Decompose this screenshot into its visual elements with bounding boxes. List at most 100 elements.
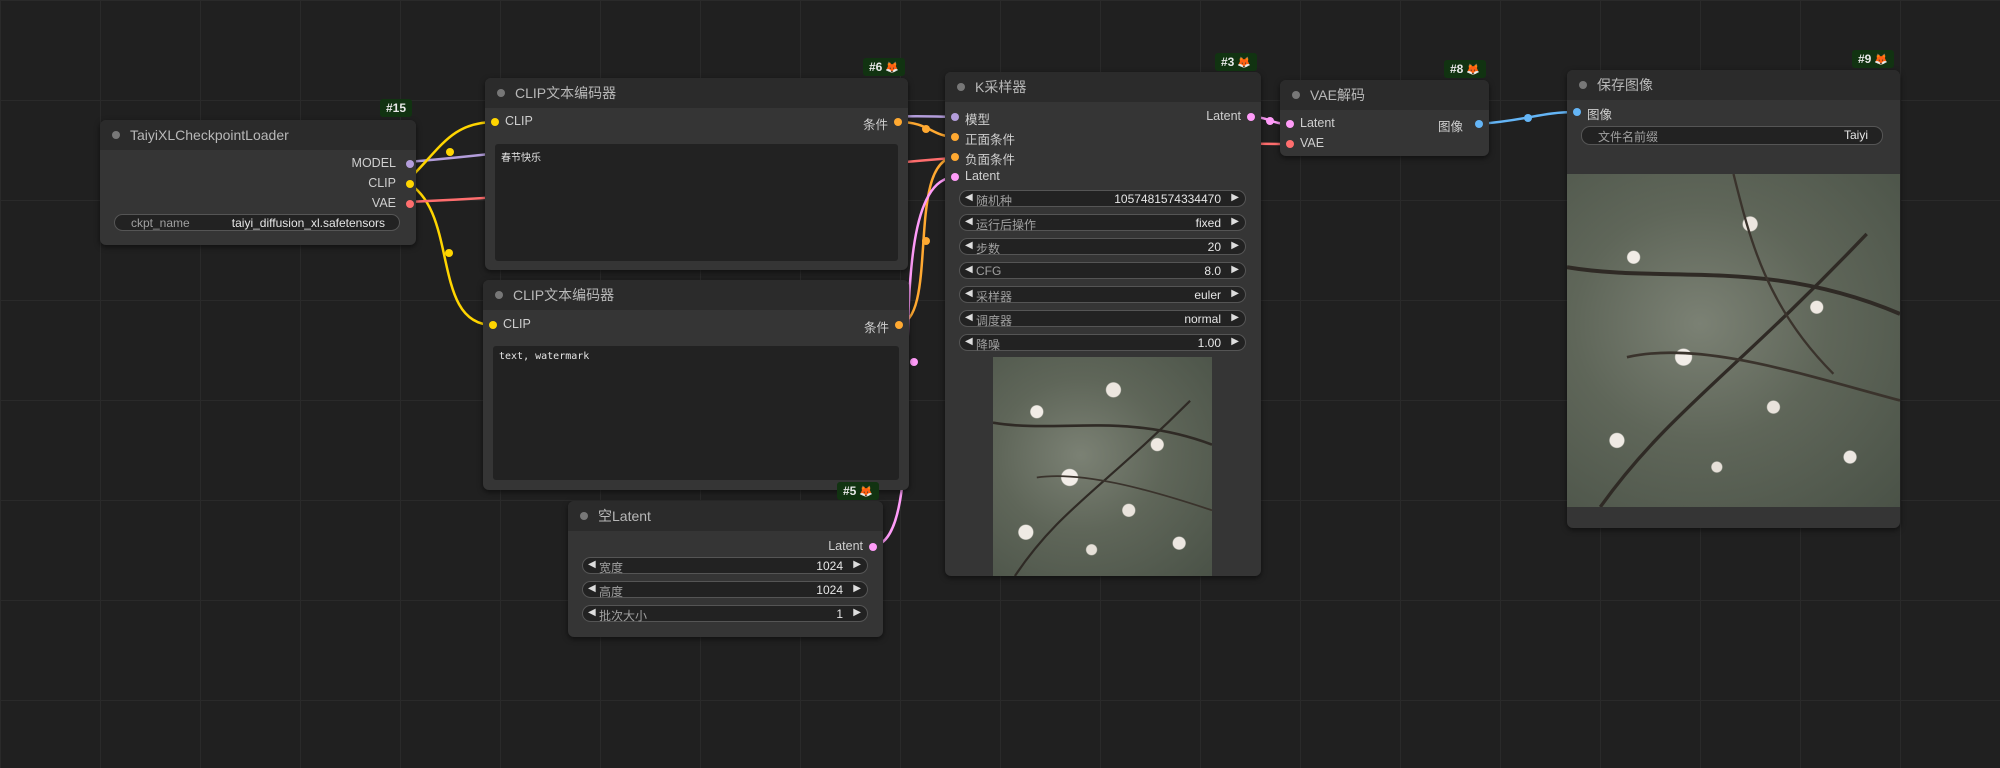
sampler-name-widget[interactable]: ◀ 采样器 euler ▶	[959, 286, 1246, 304]
input-label-model: 模型	[965, 113, 991, 127]
node-title-bar[interactable]: 空Latent	[568, 501, 883, 531]
collapse-dot-icon[interactable]	[495, 291, 503, 299]
prompt-text: text, watermark	[499, 351, 590, 362]
arrow-left-icon[interactable]: ◀	[965, 312, 973, 323]
node-title: 保存图像	[1597, 77, 1653, 93]
checkpoint-loader-node[interactable]: TaiyiXLCheckpointLoader MODEL CLIP VAE c…	[100, 120, 416, 245]
denoise-widget[interactable]: ◀ 降噪 1.00 ▶	[959, 334, 1246, 352]
widget-label: 批次大小	[599, 609, 648, 623]
output-label-latent: Latent	[828, 539, 863, 553]
ksampler-node[interactable]: K采样器 模型 正面条件 负面条件 Latent Latent ◀ 随机种 10…	[945, 72, 1261, 576]
collapse-dot-icon[interactable]	[957, 83, 965, 91]
fox-icon: 🦊	[859, 486, 874, 498]
arrow-right-icon[interactable]: ▶	[853, 607, 861, 618]
seed-widget[interactable]: ◀ 随机种 1057481574334470 ▶	[959, 190, 1246, 208]
arrow-right-icon[interactable]: ▶	[1231, 240, 1239, 251]
prompt-textarea[interactable]: 春节快乐	[495, 144, 898, 261]
output-slot-latent[interactable]	[1247, 113, 1255, 121]
filename-prefix-field[interactable]: 文件名前缀 Taiyi	[1581, 126, 1883, 145]
input-slot-negative[interactable]	[951, 153, 959, 161]
input-label-latent: Latent	[965, 169, 1000, 183]
wire-midpoint	[446, 148, 454, 156]
node-title-bar[interactable]: VAE解码	[1280, 80, 1489, 110]
arrow-left-icon[interactable]: ◀	[965, 240, 973, 251]
control-after-generate-widget[interactable]: ◀ 运行后操作 fixed ▶	[959, 214, 1246, 232]
node-title-bar[interactable]: TaiyiXLCheckpointLoader	[100, 120, 416, 150]
clip-text-encode-positive-node[interactable]: CLIP文本编码器 CLIP 条件 春节快乐	[485, 78, 908, 270]
collapse-dot-icon[interactable]	[112, 131, 120, 139]
scheduler-widget[interactable]: ◀ 调度器 normal ▶	[959, 310, 1246, 328]
steps-widget[interactable]: ◀ 步数 20 ▶	[959, 238, 1246, 256]
wire-clip-negative	[405, 180, 494, 327]
input-label-clip: CLIP	[505, 114, 533, 128]
arrow-left-icon[interactable]: ◀	[965, 192, 973, 203]
cfg-widget[interactable]: ◀ CFG 8.0 ▶	[959, 262, 1246, 279]
output-label-conditioning: 条件	[863, 321, 889, 335]
input-slot-image[interactable]	[1573, 108, 1581, 116]
input-slot-clip[interactable]	[489, 321, 497, 329]
arrow-right-icon[interactable]: ▶	[853, 559, 861, 570]
widget-value: fixed	[1195, 216, 1221, 230]
save-image-node[interactable]: 保存图像 图像 文件名前缀 Taiyi	[1567, 70, 1900, 528]
arrow-left-icon[interactable]: ◀	[965, 336, 973, 347]
vae-decode-node[interactable]: VAE解码 Latent VAE 图像	[1280, 80, 1489, 156]
output-slot-image[interactable]	[1475, 120, 1483, 128]
input-slot-model[interactable]	[951, 113, 959, 121]
ckpt-name-combo[interactable]: ckpt_name taiyi_diffusion_xl.safetensors	[114, 214, 400, 231]
widget-value: 1024	[816, 583, 843, 597]
arrow-left-icon[interactable]: ◀	[588, 559, 596, 570]
wire-midpoint	[445, 249, 453, 257]
arrow-left-icon[interactable]: ◀	[965, 264, 973, 275]
node-title-bar[interactable]: K采样器	[945, 72, 1261, 102]
widget-value: 1024	[816, 559, 843, 573]
wire-clip-positive	[405, 120, 496, 183]
input-slot-clip[interactable]	[491, 118, 499, 126]
output-slot-latent[interactable]	[869, 543, 877, 551]
widget-label: 降噪	[976, 338, 1001, 352]
node-id-badge: #3 🦊	[1215, 53, 1258, 71]
input-slot-latent[interactable]	[1286, 120, 1294, 128]
width-number-widget[interactable]: ◀ 宽度 1024 ▶	[582, 557, 868, 575]
arrow-right-icon[interactable]: ▶	[1231, 312, 1239, 323]
fox-icon: 🦊	[885, 62, 900, 74]
empty-latent-node[interactable]: 空Latent Latent ◀ 宽度 1024 ▶ ◀ 高度 1024 ▶ ◀…	[568, 501, 883, 637]
arrow-left-icon[interactable]: ◀	[588, 607, 596, 618]
input-slot-vae[interactable]	[1286, 140, 1294, 148]
output-slot-model[interactable]	[406, 160, 414, 168]
arrow-right-icon[interactable]: ▶	[1231, 264, 1239, 275]
batch-size-number-widget[interactable]: ◀ 批次大小 1 ▶	[582, 605, 868, 623]
arrow-right-icon[interactable]: ▶	[853, 583, 861, 594]
arrow-right-icon[interactable]: ▶	[1231, 192, 1239, 203]
arrow-right-icon[interactable]: ▶	[1231, 336, 1239, 347]
widget-value: Taiyi	[1843, 128, 1868, 142]
collapse-dot-icon[interactable]	[580, 512, 588, 520]
arrow-left-icon[interactable]: ◀	[588, 583, 596, 594]
arrow-left-icon[interactable]: ◀	[965, 288, 973, 299]
output-slot-conditioning[interactable]	[895, 321, 903, 329]
output-slot-conditioning[interactable]	[894, 118, 902, 126]
collapse-dot-icon[interactable]	[1579, 81, 1587, 89]
input-slot-latent[interactable]	[951, 173, 959, 181]
arrow-right-icon[interactable]: ▶	[1231, 288, 1239, 299]
fox-icon: 🦊	[1874, 54, 1889, 66]
node-title-bar[interactable]: CLIP文本编码器	[485, 78, 908, 108]
collapse-dot-icon[interactable]	[1292, 91, 1300, 99]
node-title: CLIP文本编码器	[515, 85, 617, 101]
node-title-bar[interactable]: 保存图像	[1567, 70, 1900, 100]
arrow-right-icon[interactable]: ▶	[1231, 216, 1239, 227]
arrow-left-icon[interactable]: ◀	[965, 216, 973, 227]
prompt-textarea[interactable]: text, watermark	[493, 346, 899, 480]
output-slot-vae[interactable]	[406, 200, 414, 208]
node-title: TaiyiXLCheckpointLoader	[130, 127, 289, 143]
clip-text-encode-negative-node[interactable]: CLIP文本编码器 CLIP 条件 text, watermark	[483, 280, 909, 490]
collapse-dot-icon[interactable]	[497, 89, 505, 97]
widget-label: 随机种	[976, 194, 1013, 208]
height-number-widget[interactable]: ◀ 高度 1024 ▶	[582, 581, 868, 599]
input-label-clip: CLIP	[503, 317, 531, 331]
input-label-vae: VAE	[1300, 136, 1325, 150]
input-slot-positive[interactable]	[951, 133, 959, 141]
output-slot-clip[interactable]	[406, 180, 414, 188]
widget-label: 步数	[976, 242, 1001, 256]
output-label-model: MODEL	[351, 156, 396, 170]
node-title-bar[interactable]: CLIP文本编码器	[483, 280, 909, 310]
